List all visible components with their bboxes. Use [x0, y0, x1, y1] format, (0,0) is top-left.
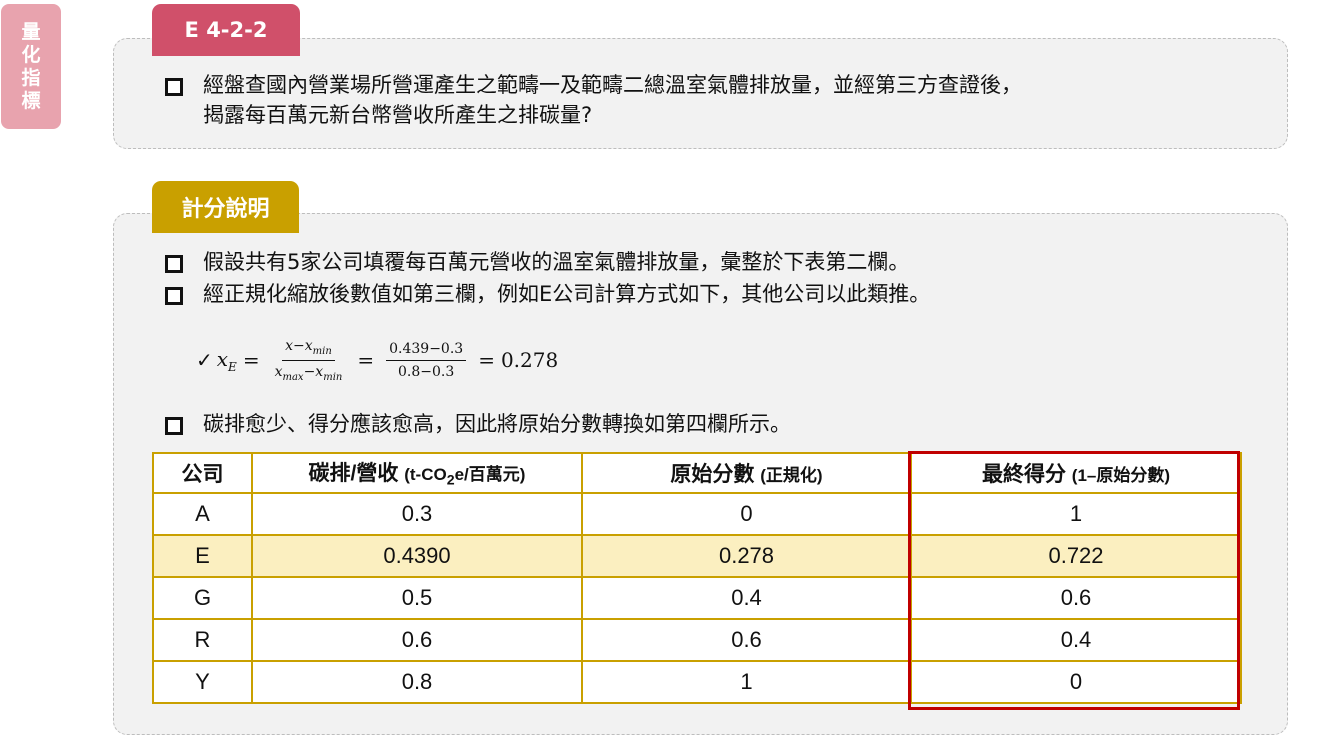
checkbox-icon: [165, 287, 183, 305]
question-line: 揭露每百萬元新台幣營收所產生之排碳量?: [203, 103, 593, 127]
equals-sign: =: [478, 348, 495, 372]
side-tab-char: 量: [21, 20, 41, 43]
cell-emission: 0.4390: [252, 535, 583, 578]
cell-raw-score: 0.278: [582, 535, 912, 578]
checkmark-icon: ✓: [196, 348, 213, 372]
table-row: A 0.3 0 1: [152, 493, 1242, 536]
cell-company: Y: [152, 661, 253, 704]
table-row: R 0.6 0.6 0.4: [152, 619, 1242, 662]
bullet-text: 經正規化縮放後數值如第三欄，例如E公司計算方式如下，其他公司以此類推。: [203, 282, 931, 306]
scoring-bullet: 碳排愈少、得分應該愈高，因此將原始分數轉換如第四欄所示。: [165, 409, 791, 439]
equals-sign: =: [357, 348, 375, 372]
question-line: 經盤查國內營業場所營運產生之範疇一及範疇二總溫室氣體排放量，並經第三方查證後，: [203, 73, 1022, 97]
side-tab-char: 指: [21, 66, 41, 89]
cell-final-score: 0: [911, 661, 1242, 704]
cell-raw-score: 1: [582, 661, 912, 704]
cell-final-score: 0.4: [911, 619, 1242, 662]
header-final-score: 最終得分 (1–原始分數): [911, 452, 1242, 494]
cell-company: E: [152, 535, 253, 578]
bullet-text: 假設共有5家公司填覆每百萬元營收的溫室氣體排放量，彙整於下表第二欄。: [203, 250, 910, 274]
question-text: 經盤查國內營業場所營運產生之範疇一及範疇二總溫室氣體排放量，並經第三方查證後， …: [203, 70, 1022, 130]
cell-company: G: [152, 577, 253, 620]
table-row: Y 0.8 1 0: [152, 661, 1242, 704]
table-row-highlighted: E 0.4390 0.278 0.722: [152, 535, 1242, 578]
cell-company: A: [152, 493, 253, 536]
scoring-explanation-tag: 計分說明: [152, 181, 299, 233]
cell-raw-score: 0: [582, 493, 912, 536]
formula-lhs: xE: [216, 346, 237, 374]
formula-fraction-numeric: 0.439−0.3 0.8−0.3: [386, 341, 467, 380]
checkbox-icon: [165, 255, 183, 273]
cell-raw-score: 0.6: [582, 619, 912, 662]
bullet-text: 碳排愈少、得分應該愈高，因此將原始分數轉換如第四欄所示。: [203, 412, 791, 436]
scoring-bullet: 經正規化縮放後數值如第三欄，例如E公司計算方式如下，其他公司以此類推。: [165, 279, 930, 309]
side-tab-char: 化: [21, 43, 41, 66]
checkbox-icon: [165, 78, 183, 96]
cell-emission: 0.5: [252, 577, 583, 620]
cell-final-score: 1: [911, 493, 1242, 536]
cell-final-score: 0.6: [911, 577, 1242, 620]
cell-emission: 0.6: [252, 619, 583, 662]
checkbox-icon: [165, 417, 183, 435]
indicator-code-tag: E 4-2-2: [152, 4, 300, 56]
header-company: 公司: [152, 452, 253, 494]
side-tab-char: 標: [21, 89, 41, 112]
formula-fraction-symbolic: x−xmin xmax−xmin: [274, 337, 343, 383]
header-raw-score: 原始分數 (正規化): [582, 452, 912, 494]
cell-raw-score: 0.4: [582, 577, 912, 620]
scoring-table: 公司 碳排/營收 (t-CO2e/百萬元) 原始分數 (正規化) 最終得分 (1…: [152, 452, 1242, 704]
cell-final-score: 0.722: [911, 535, 1242, 578]
cell-emission: 0.8: [252, 661, 583, 704]
side-category-tab[interactable]: 量 化 指 標: [1, 4, 61, 129]
question-item: 經盤查國內營業場所營運產生之範疇一及範疇二總溫室氣體排放量，並經第三方查證後， …: [165, 70, 1022, 130]
table-header-row: 公司 碳排/營收 (t-CO2e/百萬元) 原始分數 (正規化) 最終得分 (1…: [152, 452, 1242, 494]
table-row: G 0.5 0.4 0.6: [152, 577, 1242, 620]
normalization-formula: ✓ xE = x−xmin xmax−xmin = 0.439−0.3 0.8−…: [196, 335, 558, 385]
header-emission: 碳排/營收 (t-CO2e/百萬元): [252, 452, 583, 494]
cell-company: R: [152, 619, 253, 662]
cell-emission: 0.3: [252, 493, 583, 536]
equals-sign: =: [242, 348, 260, 372]
formula-result: 0.278: [500, 348, 559, 372]
scoring-bullet: 假設共有5家公司填覆每百萬元營收的溫室氣體排放量，彙整於下表第二欄。: [165, 247, 909, 277]
